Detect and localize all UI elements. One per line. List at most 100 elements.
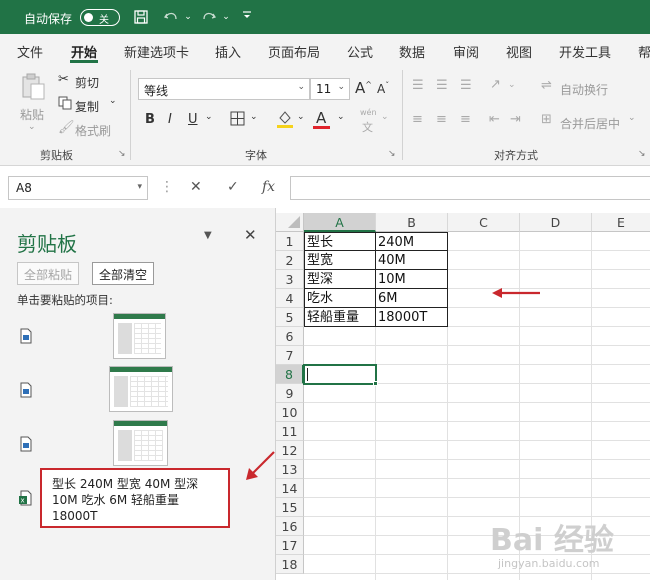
- enter-icon[interactable]: ✓: [227, 179, 239, 195]
- merge-dropdown-icon[interactable]: ⌄: [628, 113, 636, 123]
- tab-developer[interactable]: 开发工具: [559, 42, 611, 61]
- align-left-icon[interactable]: ≡: [412, 112, 423, 127]
- table-cell[interactable]: 40M: [376, 251, 448, 270]
- tab-view[interactable]: 视图: [506, 42, 532, 61]
- tab-review[interactable]: 审阅: [453, 42, 479, 61]
- paste-icon[interactable]: [18, 72, 48, 100]
- select-all-button[interactable]: [276, 213, 304, 232]
- fill-color-icon[interactable]: [276, 109, 294, 133]
- tab-page-layout[interactable]: 页面布局: [268, 42, 320, 61]
- row-header[interactable]: 13: [276, 460, 304, 479]
- formula-input[interactable]: [290, 176, 650, 200]
- clip-item-image[interactable]: [109, 366, 173, 412]
- format-painter-button[interactable]: 格式刷: [75, 122, 111, 139]
- name-box[interactable]: A8 ▾: [8, 176, 148, 200]
- row-header[interactable]: 3: [276, 270, 304, 289]
- shrink-font-icon[interactable]: Aˇ: [377, 81, 389, 96]
- tab-home[interactable]: 开始: [71, 42, 97, 61]
- row-header[interactable]: 2: [276, 251, 304, 270]
- column-header-b[interactable]: B: [376, 213, 448, 232]
- font-color-dropdown-icon[interactable]: ⌄: [337, 112, 345, 122]
- tab-data[interactable]: 数据: [399, 42, 425, 61]
- tab-help[interactable]: 帮: [638, 42, 650, 61]
- font-size-select[interactable]: 11 ⌄: [310, 78, 350, 100]
- wrap-text-button[interactable]: 自动换行: [560, 81, 608, 98]
- clip-item-text[interactable]: 型长 240M 型宽 40M 型深 10M 吃水 6M 轻船重量 18000T: [40, 468, 230, 528]
- underline-button[interactable]: U: [188, 112, 198, 127]
- row-header[interactable]: 9: [276, 384, 304, 403]
- fill-handle[interactable]: [373, 381, 378, 386]
- pane-options-icon[interactable]: ▼: [204, 230, 212, 241]
- row-header[interactable]: 15: [276, 498, 304, 517]
- orientation-dropdown-icon[interactable]: ⌄: [508, 80, 516, 90]
- undo-icon[interactable]: [163, 9, 179, 25]
- customize-toolbar-icon[interactable]: [239, 9, 255, 25]
- table-cell[interactable]: 型深: [304, 270, 376, 289]
- row-header[interactable]: 14: [276, 479, 304, 498]
- increase-indent-icon[interactable]: ⇥: [510, 112, 521, 127]
- table-cell[interactable]: 6M: [376, 289, 448, 308]
- redo-dropdown-icon[interactable]: ⌄: [218, 9, 234, 25]
- row-header[interactable]: 17: [276, 536, 304, 555]
- font-launcher-icon[interactable]: ↘: [388, 149, 396, 159]
- column-header-a[interactable]: A: [304, 213, 376, 232]
- row-header[interactable]: 16: [276, 517, 304, 536]
- clip-item-image[interactable]: [113, 420, 168, 466]
- align-center-icon[interactable]: ≡: [436, 112, 447, 127]
- row-header[interactable]: 5: [276, 308, 304, 327]
- paste-dropdown-icon[interactable]: ⌄: [28, 122, 36, 132]
- border-dropdown-icon[interactable]: ⌄: [250, 112, 258, 122]
- table-cell[interactable]: 240M: [376, 232, 448, 251]
- bold-button[interactable]: B: [145, 112, 155, 127]
- align-bottom-icon[interactable]: ☰: [460, 78, 472, 93]
- redo-icon[interactable]: [201, 9, 217, 25]
- align-right-icon[interactable]: ≡: [460, 112, 471, 127]
- row-header[interactable]: 4: [276, 289, 304, 308]
- row-header[interactable]: 12: [276, 441, 304, 460]
- copy-dropdown-icon[interactable]: ⌄: [109, 96, 117, 106]
- phonetic-dropdown-icon[interactable]: ⌄: [381, 112, 389, 122]
- align-top-icon[interactable]: ☰: [412, 78, 424, 93]
- table-cell[interactable]: 吃水: [304, 289, 376, 308]
- close-icon[interactable]: ✕: [244, 226, 257, 244]
- italic-button[interactable]: I: [168, 112, 172, 127]
- alignment-launcher-icon[interactable]: ↘: [638, 149, 646, 159]
- row-header[interactable]: 6: [276, 327, 304, 346]
- active-cell[interactable]: [303, 364, 377, 385]
- phonetic-icon[interactable]: wén: [360, 108, 377, 117]
- grow-font-icon[interactable]: A^: [355, 79, 372, 97]
- column-header-e[interactable]: E: [592, 213, 650, 232]
- table-cell[interactable]: 10M: [376, 270, 448, 289]
- more-icon[interactable]: ⋮: [160, 179, 174, 195]
- column-header-d[interactable]: D: [520, 213, 592, 232]
- column-header-c[interactable]: C: [448, 213, 520, 232]
- table-cell[interactable]: 型宽: [304, 251, 376, 270]
- tab-new-tab[interactable]: 新建选项卡: [124, 42, 189, 61]
- font-name-select[interactable]: 等线 ⌄: [138, 78, 310, 100]
- row-header[interactable]: 10: [276, 403, 304, 422]
- cut-button[interactable]: 剪切: [75, 74, 99, 91]
- font-color-icon[interactable]: A: [316, 109, 326, 127]
- row-header[interactable]: 1: [276, 232, 304, 251]
- undo-dropdown-icon[interactable]: ⌄: [180, 9, 196, 25]
- tab-formulas[interactable]: 公式: [347, 42, 373, 61]
- underline-dropdown-icon[interactable]: ⌄: [205, 112, 213, 122]
- fill-color-dropdown-icon[interactable]: ⌄: [297, 112, 305, 122]
- tab-insert[interactable]: 插入: [215, 42, 241, 61]
- insert-function-icon[interactable]: fx: [262, 179, 275, 195]
- decrease-indent-icon[interactable]: ⇤: [489, 112, 500, 127]
- table-cell[interactable]: 型长: [304, 232, 376, 251]
- paste-button[interactable]: 粘贴: [20, 106, 44, 123]
- orientation-icon[interactable]: ↗: [490, 77, 501, 92]
- save-icon[interactable]: [133, 9, 149, 25]
- row-header[interactable]: 18: [276, 555, 304, 574]
- table-cell[interactable]: 18000T: [376, 308, 448, 327]
- row-header[interactable]: 11: [276, 422, 304, 441]
- table-cell[interactable]: 轻船重量: [304, 308, 376, 327]
- align-middle-icon[interactable]: ☰: [436, 78, 448, 93]
- tab-file[interactable]: 文件: [17, 42, 43, 61]
- clear-all-button[interactable]: 全部清空: [92, 262, 155, 285]
- merge-center-button[interactable]: 合并后居中: [560, 115, 620, 132]
- row-header[interactable]: 8: [276, 365, 304, 384]
- copy-button[interactable]: 复制: [75, 98, 99, 115]
